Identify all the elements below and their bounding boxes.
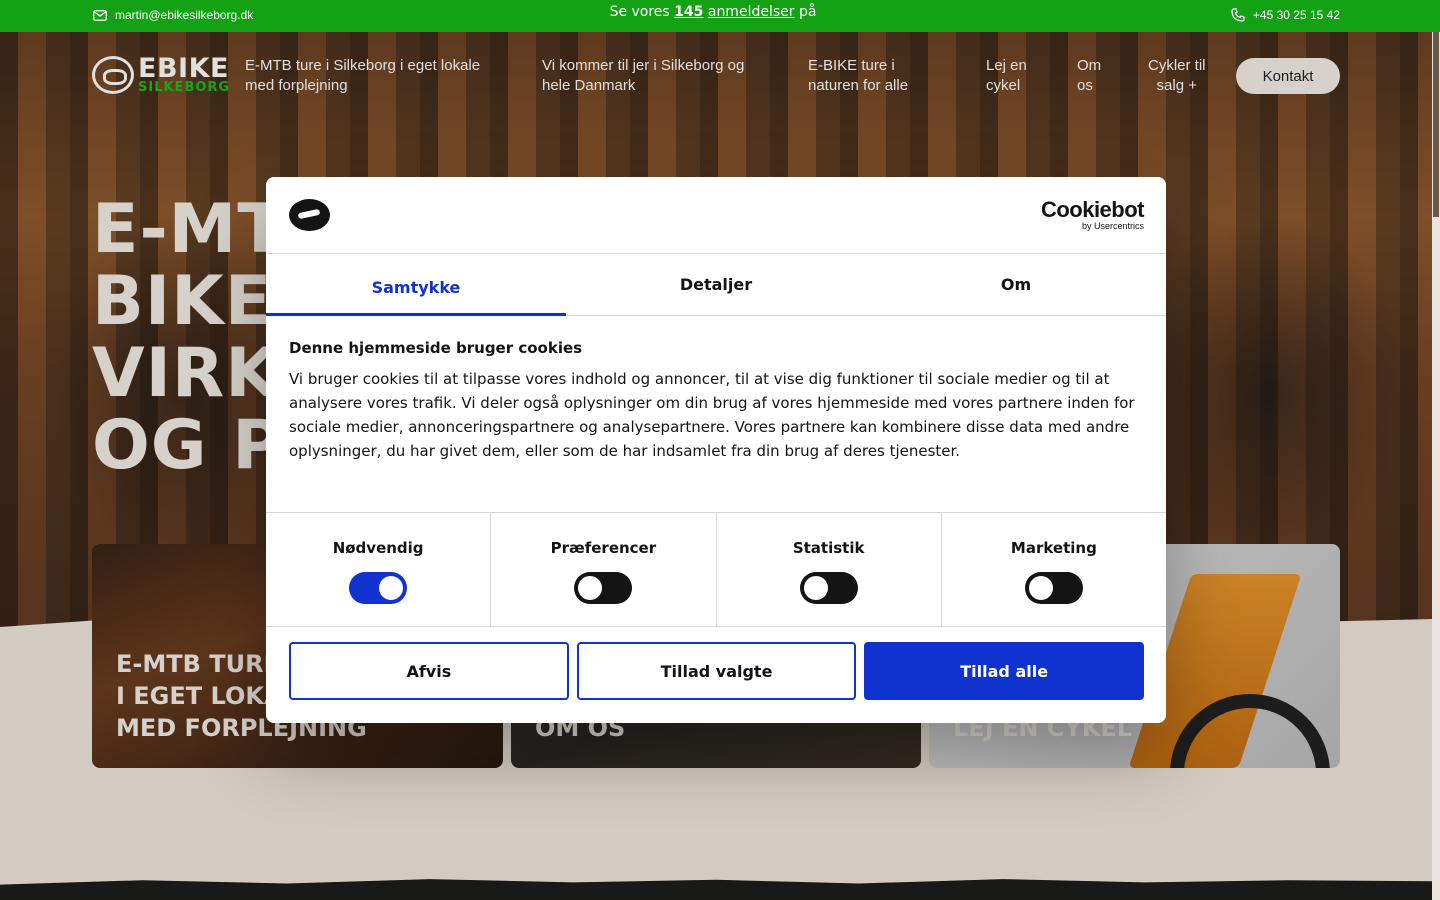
consent-toggles: Nødvendig Præferencer Statistik Marketin… [266,512,1166,627]
consent-label: Nødvendig [332,539,424,557]
preferences-toggle[interactable] [574,572,633,604]
phone-text: +45 30 25 15 42 [1252,8,1340,22]
statistics-toggle[interactable] [799,572,858,604]
cookie-consent-dialog: Cookiebot by Usercentrics Samtykke Detal… [266,177,1166,723]
deny-button[interactable]: Afvis [289,642,569,700]
reviews-prefix: Se vores [609,4,670,20]
dialog-body: Denne hjemmeside bruger cookies Vi bruge… [289,339,1149,463]
tab-om[interactable]: Om [866,254,1166,315]
tab-detaljer[interactable]: Detaljer [566,254,866,315]
consent-label: Statistik [792,539,865,557]
toggle-knob [1028,576,1053,600]
necessary-toggle[interactable] [349,572,408,604]
cookiebot-logo-text: Cookiebot [1040,197,1145,222]
reviews-link[interactable]: anmeldelser [708,4,795,20]
page-scrollbar[interactable] [1432,32,1440,900]
phone-link[interactable]: +45 30 25 15 42 [1231,8,1340,22]
marketing-toggle[interactable] [1024,572,1083,604]
reviews-count[interactable]: 145 [674,4,703,20]
reviews-suffix: på [798,4,817,20]
consent-label: Præferencer [550,539,657,557]
dialog-buttons: Afvis Tillad valgte Tillad alle [289,642,1145,700]
cookiebot-logo-subtext: by Usercentrics [1081,221,1144,231]
consent-statistics: Statistik [717,513,942,626]
dialog-heading: Denne hjemmeside bruger cookies [289,339,583,357]
consent-necessary: Nødvendig [266,513,492,626]
dialog-description: Vi bruger cookies til at tilpasse vores … [289,370,1135,460]
cookiebot-logo[interactable]: Cookiebot by Usercentrics [1040,197,1145,232]
dialog-header: Cookiebot by Usercentrics [266,177,1166,254]
allow-selected-button[interactable]: Tillad valgte [576,642,857,700]
consent-preferences: Præferencer [491,513,717,626]
consent-marketing: Marketing [942,513,1166,626]
scrollbar-thumb[interactable] [1433,32,1439,217]
tab-samtykke[interactable]: Samtykke [266,254,566,316]
consent-label: Marketing [1010,539,1097,557]
toggle-knob [578,576,603,600]
allow-all-button[interactable]: Tillad alle [864,642,1145,700]
top-bar: martin@ebikesilkeborg.dk Se vores 145 an… [0,0,1440,32]
phone-icon [1231,8,1245,22]
cookiebot-badge-icon [289,199,330,231]
dialog-tabs: Samtykke Detaljer Om [266,254,1166,316]
reviews-banner: Se vores 145 anmeldelser på [0,4,1426,20]
toggle-knob [803,576,828,600]
toggle-knob [379,576,404,600]
